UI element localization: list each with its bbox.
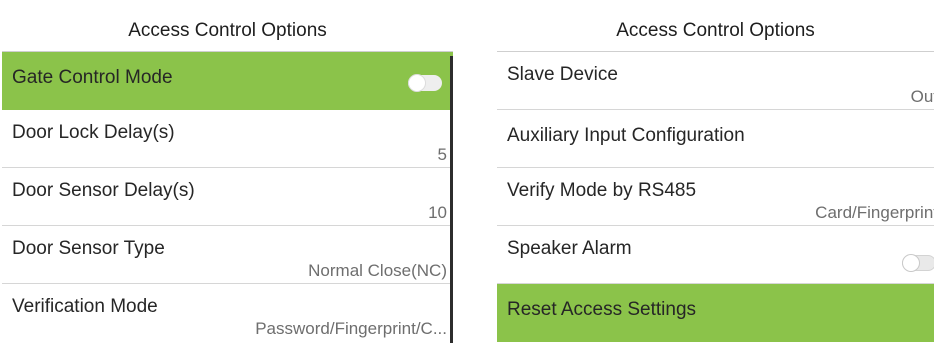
item-label: Slave Device bbox=[507, 64, 618, 85]
item-label: Door Sensor Type bbox=[12, 238, 165, 259]
slave-device-item[interactable]: Slave Device Out bbox=[497, 52, 934, 110]
item-label: Speaker Alarm bbox=[507, 238, 632, 259]
options-list: Gate Control Mode Door Lock Delay(s) 5 D… bbox=[2, 52, 453, 342]
verify-mode-rs485-item[interactable]: Verify Mode by RS485 Card/Fingerprint bbox=[497, 168, 934, 226]
scrollbar[interactable] bbox=[450, 56, 453, 343]
door-sensor-type-item[interactable]: Door Sensor Type Normal Close(NC) bbox=[2, 226, 453, 284]
screen-title: Access Control Options bbox=[2, 0, 453, 52]
gate-control-mode-toggle[interactable] bbox=[408, 74, 442, 92]
item-value: 5 bbox=[437, 145, 447, 164]
item-label: Door Lock Delay(s) bbox=[12, 122, 175, 143]
toggle-knob bbox=[902, 254, 920, 272]
gate-control-mode-item[interactable]: Gate Control Mode bbox=[2, 52, 453, 110]
item-value: 10 bbox=[428, 203, 447, 222]
item-label: Verification Mode bbox=[12, 296, 158, 317]
right-screen: Access Control Options Slave Device Out … bbox=[497, 0, 934, 343]
item-label: Reset Access Settings bbox=[507, 299, 697, 320]
auxiliary-input-configuration-item[interactable]: Auxiliary Input Configuration bbox=[497, 110, 934, 168]
item-label: Door Sensor Delay(s) bbox=[12, 180, 195, 201]
left-screen: Access Control Options Gate Control Mode… bbox=[2, 0, 453, 343]
options-list: Slave Device Out Auxiliary Input Configu… bbox=[497, 52, 934, 342]
item-value: Normal Close(NC) bbox=[308, 261, 447, 280]
item-value: Out bbox=[910, 87, 934, 106]
item-value: Password/Fingerprint/C... bbox=[255, 319, 447, 338]
door-sensor-delay-item[interactable]: Door Sensor Delay(s) 10 bbox=[2, 168, 453, 226]
toggle-knob bbox=[408, 74, 426, 92]
screen-title: Access Control Options bbox=[497, 0, 934, 52]
door-lock-delay-item[interactable]: Door Lock Delay(s) 5 bbox=[2, 110, 453, 168]
speaker-alarm-item[interactable]: Speaker Alarm bbox=[497, 226, 934, 284]
verification-mode-item[interactable]: Verification Mode Password/Fingerprint/C… bbox=[2, 284, 453, 342]
item-value: Card/Fingerprint bbox=[815, 203, 934, 222]
speaker-alarm-toggle[interactable] bbox=[902, 254, 934, 272]
item-label: Verify Mode by RS485 bbox=[507, 180, 697, 201]
reset-access-settings-item[interactable]: Reset Access Settings bbox=[497, 284, 934, 342]
item-label: Auxiliary Input Configuration bbox=[507, 125, 745, 146]
item-label: Gate Control Mode bbox=[12, 67, 173, 88]
